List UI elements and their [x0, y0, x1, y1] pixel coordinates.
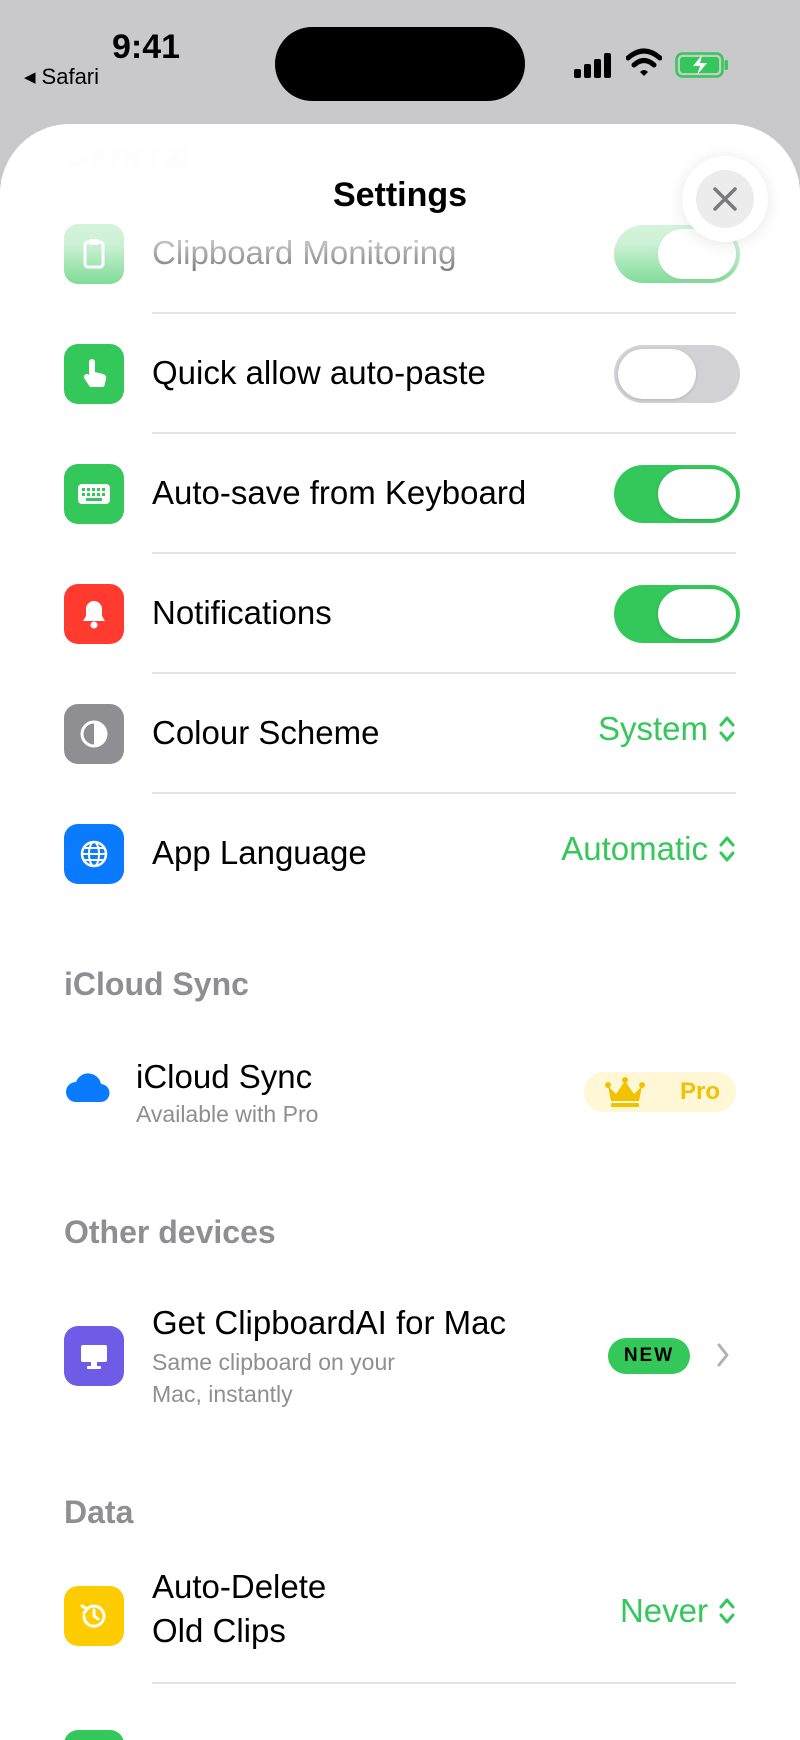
divider: [152, 1682, 736, 1684]
crown-icon: [605, 1077, 645, 1107]
auto-delete-picker[interactable]: Never: [620, 1592, 736, 1630]
battery-charging-icon: [675, 52, 728, 78]
status-bar: 9:41 ◀ Safari: [0, 0, 800, 120]
auto-save-keyboard-toggle[interactable]: [614, 465, 740, 523]
chevron-up-down-icon: [719, 836, 735, 862]
setting-row-quick-allow-auto-paste: Quick allow auto-paste: [0, 314, 800, 434]
next-row-icon: [64, 1730, 124, 1740]
back-app-label: Safari: [41, 64, 100, 89]
section-header-data: Data: [64, 1494, 134, 1530]
settings-sheet: General Clipboard Monitoring Settings Qu…: [0, 124, 800, 1740]
xmark-icon: [713, 187, 737, 211]
close-button[interactable]: [682, 156, 768, 242]
keyboard-icon: [64, 464, 124, 524]
chevron-right-icon: [717, 1343, 729, 1367]
setting-label: Auto-save from Keyboard: [152, 474, 527, 511]
get-mac-app-subtitle-line2: Mac, instantly: [152, 1381, 293, 1407]
circle-half-icon: [64, 704, 124, 764]
setting-label: App Language: [152, 834, 367, 871]
notifications-toggle[interactable]: [614, 585, 740, 643]
bell-icon: [64, 584, 124, 644]
setting-row-notifications: Notifications: [0, 554, 800, 674]
auto-delete-label-line1: Auto-Delete: [152, 1568, 327, 1605]
icloud-sync-title: iCloud Sync: [136, 1058, 313, 1095]
setting-label: Clipboard Monitoring: [152, 234, 457, 271]
pro-badge: Pro: [584, 1072, 736, 1112]
pro-badge-label: Pro: [680, 1078, 721, 1105]
colour-scheme-picker[interactable]: System: [598, 710, 736, 748]
back-arrow-icon: ◀: [24, 69, 36, 86]
setting-label: Quick allow auto-paste: [152, 354, 486, 391]
auto-delete-label-line2: Old Clips: [152, 1612, 286, 1649]
desktop-icon: [64, 1326, 124, 1386]
new-badge: NEW: [608, 1338, 690, 1374]
picker-value: Never: [619, 1592, 708, 1629]
auto-delete-old-clips-row[interactable]: Auto-Delete Old Clips Never: [0, 1544, 800, 1684]
cloud-icon: [66, 1073, 110, 1103]
clock-history-icon: [64, 1586, 124, 1646]
setting-label: Notifications: [152, 594, 332, 631]
picker-value: Automatic: [561, 830, 708, 867]
icloud-sync-subtitle: Available with Pro: [136, 1101, 319, 1127]
section-header-other-devices: Other devices: [64, 1214, 276, 1250]
status-time: 9:41: [112, 28, 181, 66]
section-header-general: General: [64, 136, 191, 174]
setting-row-app-language[interactable]: App Language Automatic: [0, 794, 800, 914]
globe-icon: [64, 824, 124, 884]
clipboard-icon: [64, 224, 124, 284]
app-language-picker[interactable]: Automatic: [561, 830, 736, 868]
section-header-icloud-sync: iCloud Sync: [64, 966, 249, 1002]
page-title: Settings: [332, 176, 468, 214]
back-to-safari-button[interactable]: ◀ Safari: [24, 64, 99, 90]
setting-label: Colour Scheme: [152, 714, 380, 751]
cellular-signal-icon: [574, 52, 614, 78]
dynamic-island: [275, 27, 525, 101]
get-mac-app-subtitle-line1: Same clipboard on your: [152, 1349, 395, 1375]
setting-row-colour-scheme[interactable]: Colour Scheme System: [0, 674, 800, 794]
quick-allow-auto-paste-toggle[interactable]: [614, 345, 740, 403]
hand-tap-icon: [64, 344, 124, 404]
picker-value: System: [597, 710, 708, 747]
chevron-up-down-icon: [719, 1598, 735, 1624]
setting-row-auto-save-keyboard: Auto-save from Keyboard: [0, 434, 800, 554]
get-mac-app-title: Get ClipboardAI for Mac: [152, 1304, 506, 1341]
wifi-icon: [626, 48, 662, 76]
chevron-up-down-icon: [719, 716, 735, 742]
